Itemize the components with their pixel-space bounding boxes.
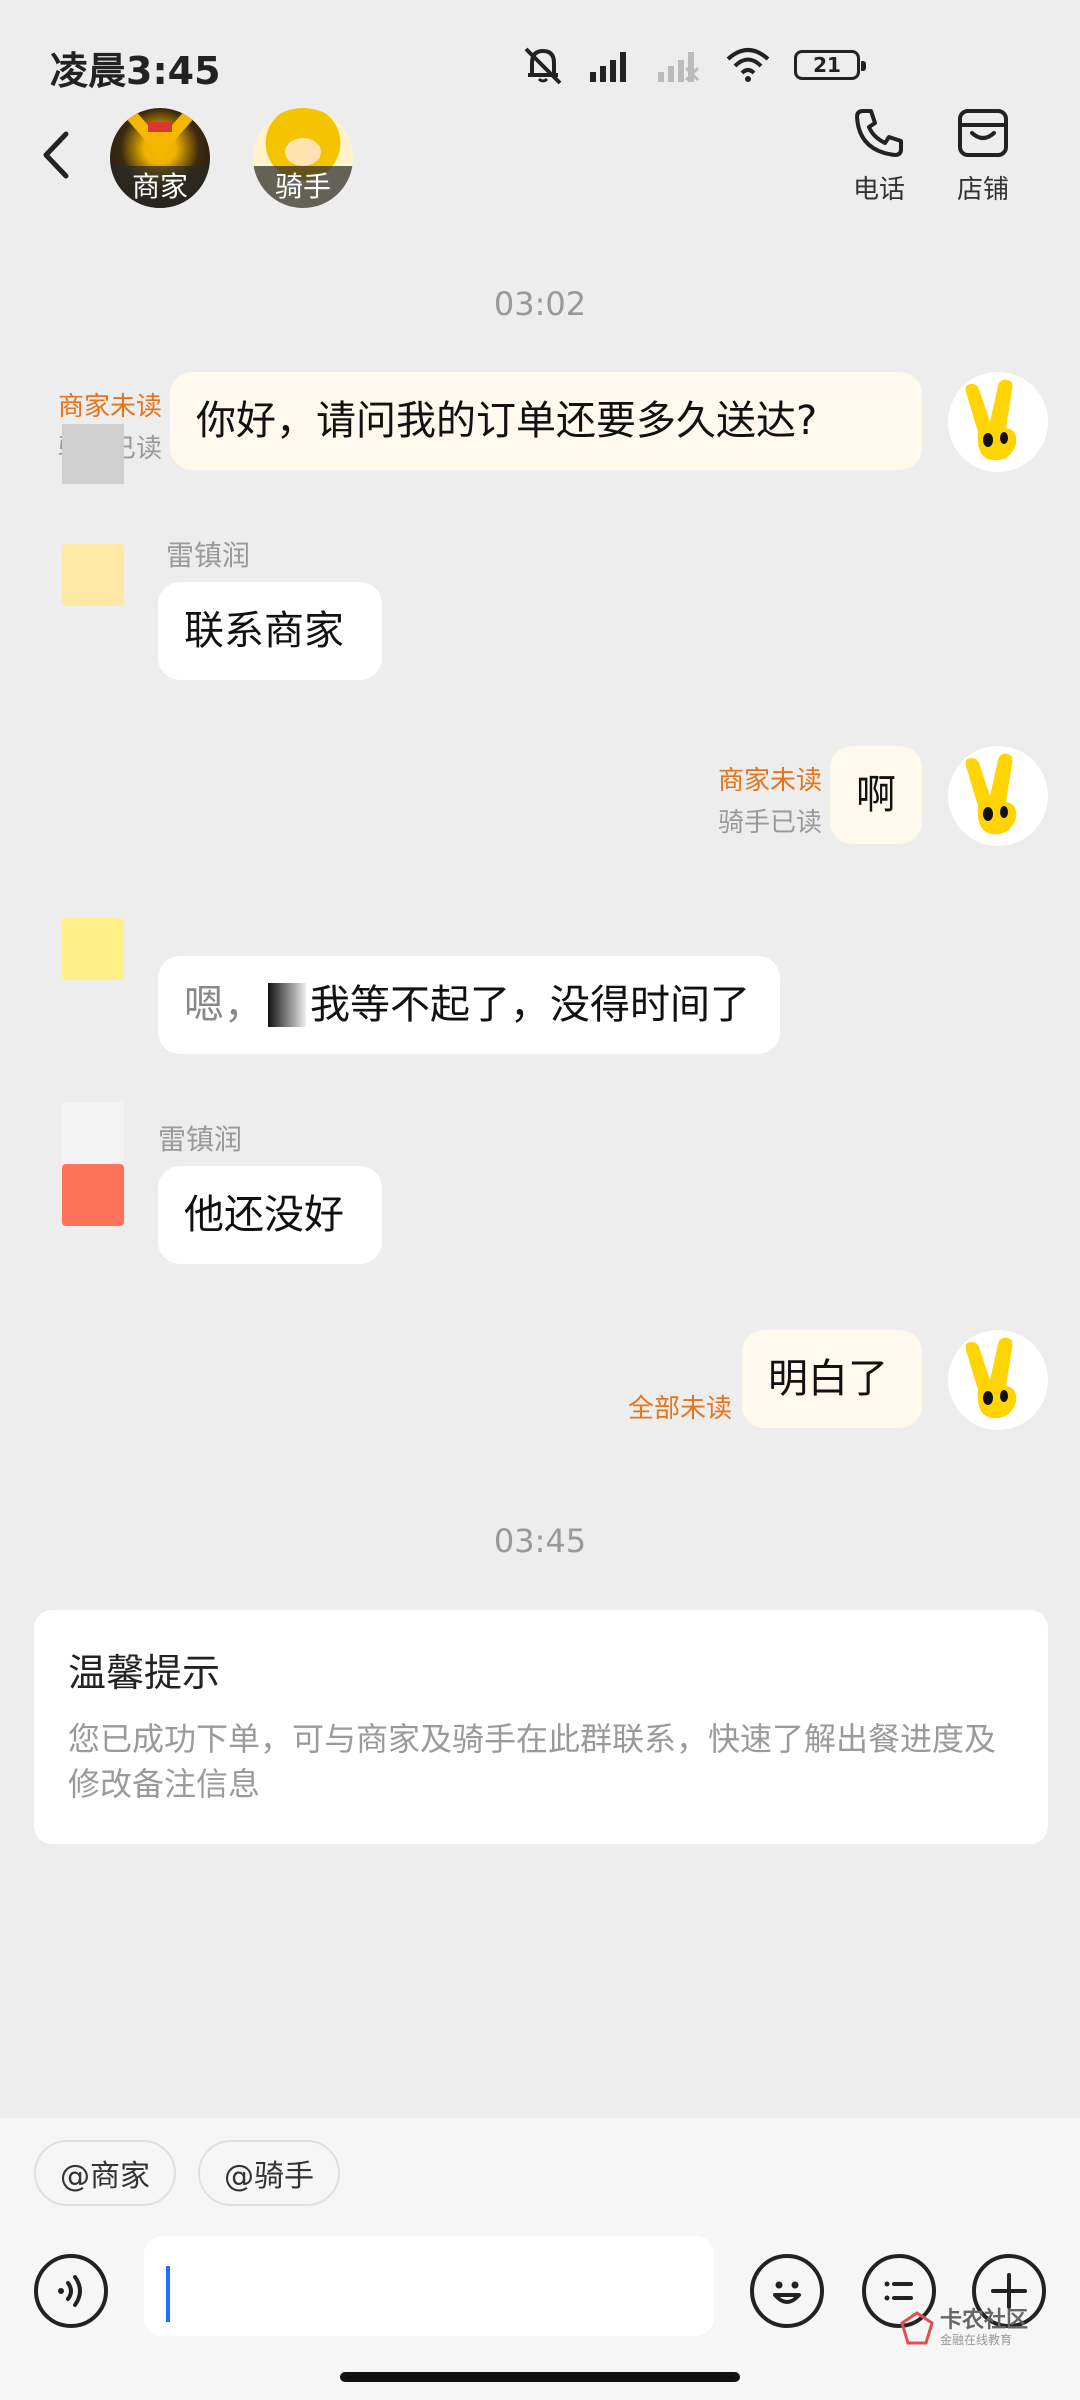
message-bubble-self[interactable]: 明白了 — [742, 1330, 922, 1428]
tip-title: 温馨提示 — [68, 1651, 221, 1695]
message-text: 我等不起了，没得时间了 — [310, 982, 750, 1028]
user-avatar[interactable] — [948, 746, 1048, 846]
message-prefix: 嗯， — [184, 982, 264, 1028]
phone-icon — [855, 109, 903, 157]
read-status: 全部未读 — [590, 1388, 732, 1430]
redacted-area — [62, 1102, 124, 1164]
back-button[interactable] — [40, 125, 90, 185]
emoji-button[interactable] — [750, 2254, 824, 2328]
merchant-unread-status: 商家未读 — [57, 392, 162, 422]
signal-icon — [590, 52, 626, 82]
list-icon — [884, 2281, 913, 2301]
message-bubble-self[interactable]: 啊 — [830, 746, 922, 844]
status-time: 凌晨3:45 — [50, 49, 221, 93]
timestamp: 03:02 — [493, 285, 587, 323]
chevron-left-icon — [43, 131, 69, 179]
battery-icon: 21 — [794, 50, 866, 80]
merchant-tag: 商家 — [110, 166, 210, 208]
sender-avatar[interactable] — [62, 1164, 124, 1226]
sender-avatar[interactable] — [62, 918, 124, 980]
sender-name: 雷镇润 — [158, 1123, 243, 1156]
sender-name: 雷镇润 — [166, 539, 251, 572]
sender-avatar[interactable] — [62, 544, 124, 606]
watermark-text: 卡农社区 — [940, 2308, 1029, 2333]
tip-body: 您已成功下单，可与商家及骑手在此群联系，快速了解出餐进度及修改备注信息 — [68, 1720, 997, 1803]
status-icons: 21 — [520, 40, 866, 90]
merchant-avatar[interactable]: 商家 — [110, 108, 210, 208]
input-area: @商家 @骑手 — [0, 2118, 1080, 2400]
redacted-area — [62, 424, 124, 484]
phone-button[interactable]: 电话 — [834, 105, 924, 206]
store-icon — [958, 109, 1008, 157]
emoji-icon — [773, 2281, 801, 2304]
watermark: 卡农社区 金融在线教育 — [900, 2310, 1028, 2346]
victory-hand-icon — [965, 753, 1017, 835]
phone-label: 电话 — [852, 175, 905, 205]
wifi-icon — [726, 48, 770, 82]
message-bubble-other[interactable]: 联系商家 — [158, 582, 382, 680]
mute-bell-icon — [524, 47, 562, 85]
rider-read-status: 骑手已读 — [717, 808, 822, 838]
message-bubble-other[interactable]: 他还没好 — [158, 1166, 382, 1264]
read-status: 商家未读 骑手已读 — [690, 760, 822, 844]
timestamp: 03:45 — [493, 1522, 587, 1560]
text-caret — [166, 2266, 170, 2322]
plus-icon — [991, 2273, 1027, 2309]
store-button[interactable]: 店铺 — [938, 105, 1028, 206]
victory-hand-icon — [965, 1337, 1017, 1419]
user-avatar[interactable] — [948, 1330, 1048, 1430]
victory-hand-icon — [965, 379, 1017, 461]
watermark-subtext: 金融在线教育 — [940, 2333, 1013, 2347]
merchant-unread-status: 商家未读 — [717, 766, 822, 796]
signal-weak-icon — [658, 52, 700, 82]
message-bubble-self[interactable]: 你好，请问我的订单还要多久送达? — [170, 372, 922, 470]
voice-button[interactable] — [34, 2254, 108, 2328]
user-avatar[interactable] — [948, 372, 1048, 472]
redacted-area — [268, 983, 306, 1027]
all-unread-status: 全部未读 — [627, 1394, 732, 1424]
store-label: 店铺 — [956, 175, 1009, 205]
mention-merchant-button[interactable]: @商家 — [34, 2140, 176, 2206]
watermark-logo-icon — [900, 2311, 934, 2345]
chat-header: 商家 骑手 电话 店铺 — [0, 100, 1080, 220]
tip-card: 温馨提示 您已成功下单，可与商家及骑手在此群联系，快速了解出餐进度及修改备注信息 — [34, 1610, 1048, 1844]
message-input[interactable] — [144, 2236, 714, 2336]
voice-icon — [58, 2275, 82, 2307]
mention-rider-button[interactable]: @骑手 — [198, 2140, 340, 2206]
message-bubble-other[interactable]: 嗯， 我等不起了，没得时间了 — [158, 956, 780, 1054]
home-indicator[interactable] — [340, 2372, 740, 2382]
rider-tag: 骑手 — [253, 166, 353, 208]
rider-avatar[interactable]: 骑手 — [253, 108, 353, 208]
